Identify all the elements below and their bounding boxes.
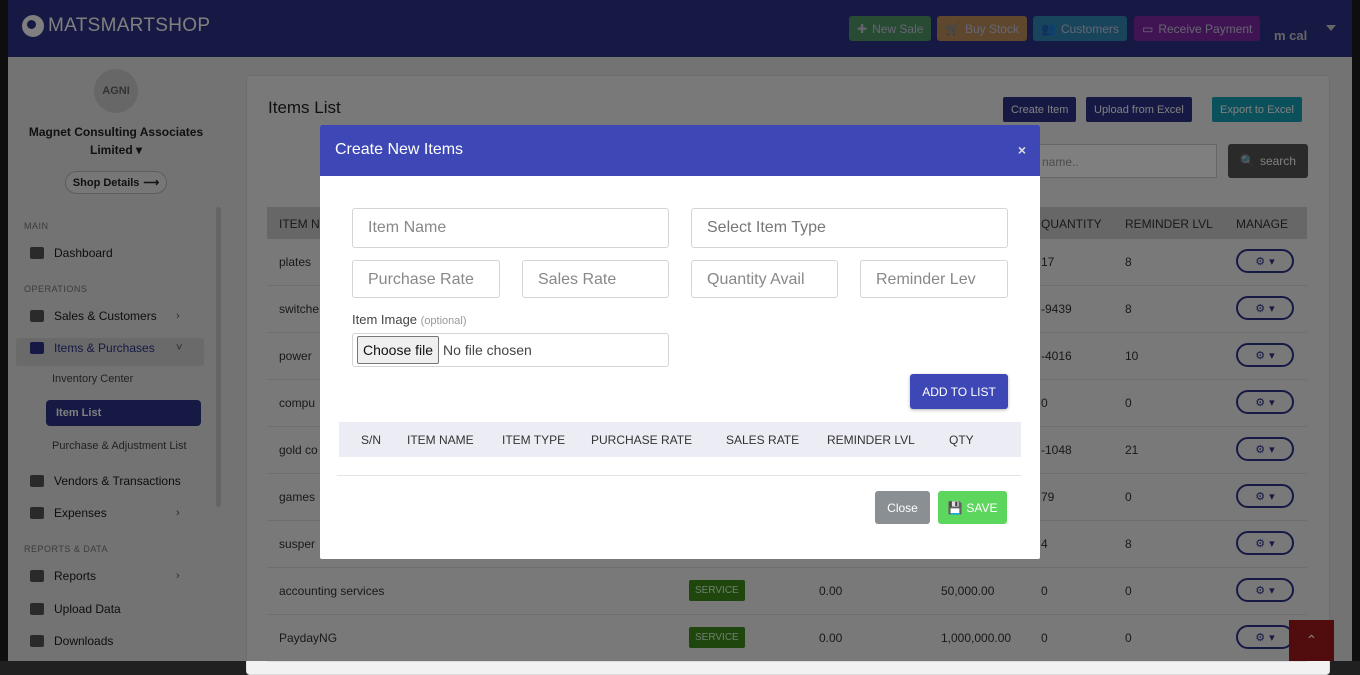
choose-file-button[interactable]: Choose file <box>357 336 440 364</box>
col-sn: S/N <box>361 433 382 447</box>
modal-title: Create New Items <box>335 141 464 158</box>
col-sales-rate: SALES RATE <box>726 433 800 447</box>
modal-header: Create New Items × <box>320 125 1040 176</box>
save-icon: 💾 <box>947 500 963 515</box>
col-item-type: ITEM TYPE <box>502 433 566 447</box>
item-type-select[interactable]: Select Item Type <box>691 208 1008 248</box>
purchase-rate-input[interactable]: Purchase Rate <box>352 260 500 298</box>
close-button[interactable]: Close <box>875 491 930 524</box>
col-reminder-lvl: REMINDER LVL <box>827 433 915 447</box>
save-button[interactable]: 💾 SAVE <box>938 491 1007 524</box>
col-purchase-rate: PURCHASE RATE <box>591 433 693 447</box>
quantity-input[interactable]: Quantity Avail <box>691 260 838 298</box>
col-qty: QTY <box>949 433 974 447</box>
reminder-level-input[interactable]: Reminder Lev <box>860 260 1008 298</box>
sales-rate-input[interactable]: Sales Rate <box>522 260 669 298</box>
close-icon[interactable]: × <box>1018 142 1026 158</box>
modal-table-header: S/N ITEM NAME ITEM TYPE PURCHASE RATE SA… <box>339 422 1021 457</box>
create-items-modal: Create New Items × Item Name Select Item… <box>320 125 1040 559</box>
item-image-label: Item Image (optional) <box>352 312 467 327</box>
add-to-list-button[interactable]: ADD TO LIST <box>910 374 1008 409</box>
item-image-file-input[interactable]: Choose file No file chosen <box>352 333 669 367</box>
file-status: No file chosen <box>443 342 532 358</box>
modal-divider <box>337 475 1021 476</box>
item-name-input[interactable]: Item Name <box>352 208 669 248</box>
col-item-name: ITEM NAME <box>407 433 474 447</box>
